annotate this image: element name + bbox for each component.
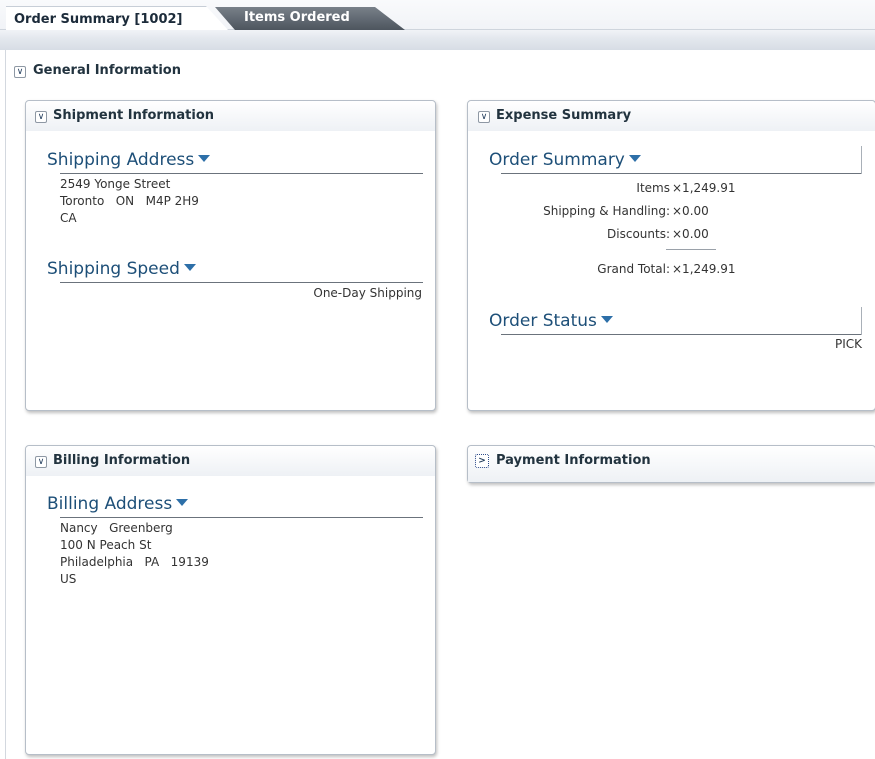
billing-address-heading[interactable]: Billing Address xyxy=(47,494,189,514)
billing-address-dropdown-icon[interactable] xyxy=(176,498,189,506)
order-summary-label: Order Summary xyxy=(489,150,625,170)
items-value: ×1,249.91 xyxy=(672,181,736,195)
expense-summary-toggle-icon[interactable]: ∨ xyxy=(478,111,490,123)
order-status-dropdown-icon[interactable] xyxy=(600,315,613,323)
billing-address-line-4: US xyxy=(60,572,77,586)
shipping-address-line-3: CA xyxy=(60,211,77,225)
general-information-toggle-icon[interactable]: ∨ xyxy=(14,66,26,78)
billing-address-line-1: Nancy Greenberg xyxy=(60,521,173,535)
billing-address-label: Billing Address xyxy=(47,494,173,514)
billing-address-line-3: Philadelphia PA 19139 xyxy=(60,555,209,569)
billing-information-panel xyxy=(25,445,436,755)
items-label: Items xyxy=(636,181,670,195)
shipping-address-heading[interactable]: Shipping Address xyxy=(47,150,211,170)
shipping-address-line-2: Toronto ON M4P 2H9 xyxy=(60,194,199,208)
content-left-border xyxy=(5,50,6,759)
order-status-heading[interactable]: Order Status xyxy=(489,311,613,331)
billing-address-rule xyxy=(60,517,423,518)
order-summary-dropdown-icon[interactable] xyxy=(628,154,641,162)
grand-total-value: ×1,249.91 xyxy=(672,262,736,276)
expense-summary-panel xyxy=(467,100,875,411)
order-status-value: PICK xyxy=(834,337,862,351)
order-summary-edge xyxy=(861,146,862,174)
shipping-handling-label: Shipping & Handling: xyxy=(543,204,670,218)
expense-summary-title: Expense Summary xyxy=(496,108,632,123)
shipping-address-line-1: 2549 Yonge Street xyxy=(60,177,171,191)
payment-information-expand-icon[interactable]: > xyxy=(475,454,489,468)
shipping-speed-rule xyxy=(60,282,423,283)
shipping-speed-dropdown-icon[interactable] xyxy=(183,263,196,271)
payment-information-title: Payment Information xyxy=(496,453,651,468)
shipping-address-rule xyxy=(60,173,423,174)
discounts-label: Discounts: xyxy=(607,227,670,241)
shipping-speed-value: One-Day Shipping xyxy=(313,286,422,300)
shipping-handling-value: ×0.00 xyxy=(672,204,709,218)
order-summary-heading[interactable]: Order Summary xyxy=(489,150,641,170)
shipment-information-toggle-icon[interactable]: ∨ xyxy=(35,111,47,123)
tab-items-ordered-label[interactable]: Items Ordered xyxy=(244,10,350,25)
order-status-edge xyxy=(861,307,862,335)
grand-total-label: Grand Total: xyxy=(597,262,670,276)
shipping-speed-heading[interactable]: Shipping Speed xyxy=(47,259,196,279)
discounts-value: ×0.00 xyxy=(672,227,709,241)
order-status-rule xyxy=(501,334,862,335)
shipping-address-label: Shipping Address xyxy=(47,150,195,170)
order-status-label: Order Status xyxy=(489,311,597,331)
total-divider xyxy=(666,249,716,250)
shipping-speed-label: Shipping Speed xyxy=(47,259,180,279)
tab-order-summary-label[interactable]: Order Summary [1002] xyxy=(14,12,182,27)
shipment-information-panel xyxy=(25,100,436,411)
billing-address-line-2: 100 N Peach St xyxy=(60,538,152,552)
general-information-title: General Information xyxy=(33,63,181,78)
shipment-information-title: Shipment Information xyxy=(53,108,215,123)
billing-information-toggle-icon[interactable]: ∨ xyxy=(35,456,47,468)
billing-information-title: Billing Information xyxy=(53,453,191,468)
shipping-address-dropdown-icon[interactable] xyxy=(198,154,211,162)
tab-bar: Order Summary [1002] Items Ordered xyxy=(0,0,875,50)
order-summary-rule xyxy=(501,173,862,174)
